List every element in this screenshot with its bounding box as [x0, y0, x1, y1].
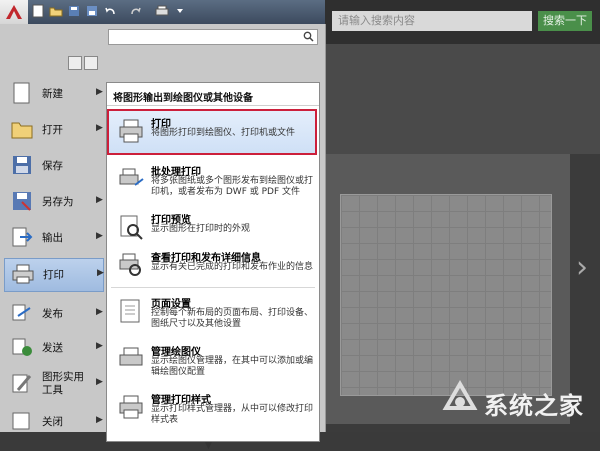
printer-icon	[155, 5, 169, 16]
qsave-button[interactable]	[66, 2, 82, 20]
website-search-button[interactable]: 搜索一下	[538, 11, 592, 31]
submenu-arrow-icon: ▶	[96, 123, 103, 133]
submenu-option-view-plot-details[interactable]: 查看打印和发布详细信息 显示有关已完成的打印和发布作业的信息	[109, 245, 315, 287]
submenu-arrow-icon: ▶	[96, 307, 103, 317]
background-band	[320, 44, 600, 154]
plotter-manager-icon	[119, 347, 143, 366]
export-icon	[12, 227, 33, 247]
qopen-button[interactable]	[48, 2, 64, 20]
submenu-arrow-icon: ▶	[96, 415, 103, 425]
drawing-utilities-icon	[12, 374, 32, 393]
submenu-option-batch-plot[interactable]: 批处理打印 将多张图纸或多个图形发布到绘图仪或打印机，或者发布为 DWF 或 P…	[109, 159, 315, 203]
submenu-arrow-icon: ▶	[96, 231, 103, 241]
menu-item-new[interactable]: 新建 ▶	[4, 78, 104, 108]
menu-item-save[interactable]: 保存	[4, 150, 104, 180]
new-document-icon	[13, 82, 30, 104]
menu-item-save-as[interactable]: 另存为 ▶	[4, 186, 104, 216]
save-as-icon	[13, 192, 31, 211]
printer-icon	[12, 264, 34, 284]
menu-item-send[interactable]: 发送 ▶	[4, 332, 104, 362]
scroll-down-icon[interactable]: ▼	[205, 441, 212, 451]
menu-search-input[interactable]	[108, 29, 318, 45]
plot-style-manager-icon	[119, 395, 143, 419]
autocad-logo-icon	[6, 5, 22, 19]
plot-details-icon	[119, 253, 141, 276]
menu-item-open[interactable]: 打开 ▶	[4, 114, 104, 144]
undo-icon	[105, 7, 115, 15]
close-document-icon	[12, 412, 30, 430]
new-file-icon	[32, 4, 44, 18]
submenu-option-manage-plotters[interactable]: 管理绘图仪 显示绘图仪管理器，在其中可以添加或编辑绘图仪配置	[109, 339, 315, 385]
menu-item-drawing-utilities[interactable]: 图形实用工具 ▶	[4, 368, 104, 402]
open-folder-icon	[11, 122, 33, 139]
view-open-documents-button[interactable]	[84, 56, 98, 70]
batch-plot-icon	[119, 168, 144, 186]
watermark: 系统之家	[440, 372, 600, 432]
redo-icon	[131, 7, 141, 15]
submenu-option-page-setup[interactable]: 页面设置 控制每个新布局的页面布局、打印设备、图纸尺寸以及其他设置	[109, 291, 315, 337]
publish-icon	[12, 304, 31, 321]
submenu-arrow-icon: ▶	[96, 341, 103, 351]
submenu-arrow-icon: ▶	[97, 268, 104, 278]
menu-command-list: 新建 ▶ 打开 ▶ 保存 另存为 ▶ 输出 ▶ 打印 ▶ 发布 ▶ 发送 ▶ 图…	[0, 78, 108, 432]
submenu-option-plot-preview[interactable]: 打印预览 显示图形在打印时的外观	[109, 207, 315, 249]
menu-item-print[interactable]: 打印 ▶	[4, 258, 104, 292]
submenu-option-plot[interactable]: 打印 将图形打印到绘图仪、打印机或文件	[107, 109, 317, 155]
qa-dropdown-button[interactable]	[172, 2, 188, 20]
open-icon	[49, 7, 63, 17]
send-icon	[12, 338, 32, 356]
next-arrow-icon[interactable]: ›	[576, 250, 588, 285]
submenu-arrow-icon: ▶	[96, 377, 103, 387]
plot-button[interactable]	[154, 2, 170, 20]
menu-item-export[interactable]: 输出 ▶	[4, 222, 104, 252]
website-search-input[interactable]: 请输入搜索内容	[332, 11, 532, 31]
submenu-heading: 将图形输出到绘图仪或其他设备	[113, 93, 253, 104]
print-submenu: 将图形输出到绘图仪或其他设备 打印 将图形打印到绘图仪、打印机或文件 批处理打印…	[106, 82, 320, 451]
saveas-button[interactable]	[84, 2, 100, 20]
search-icon	[303, 31, 314, 42]
printer-icon	[119, 119, 143, 143]
redo-button[interactable]	[128, 2, 144, 20]
qnew-button[interactable]	[30, 2, 46, 20]
save-disk-icon	[13, 156, 31, 174]
page-setup-icon	[120, 299, 140, 323]
view-recent-documents-button[interactable]	[68, 56, 82, 70]
save-as-icon	[87, 6, 97, 16]
submenu-arrow-icon: ▶	[96, 195, 103, 205]
save-icon	[69, 6, 79, 16]
drawing-sheet	[340, 194, 552, 396]
submenu-arrow-icon: ▶	[96, 87, 103, 97]
plot-preview-icon	[120, 215, 143, 240]
title-bar	[0, 0, 325, 24]
watermark-logo-icon	[442, 380, 478, 410]
chevron-down-icon	[177, 9, 183, 13]
view-toggle	[68, 56, 98, 70]
submenu-option-manage-plot-styles[interactable]: 管理打印样式 显示打印样式管理器，从中可以修改打印样式表	[109, 387, 315, 433]
application-menu: 新建 ▶ 打开 ▶ 保存 另存为 ▶ 输出 ▶ 打印 ▶ 发布 ▶ 发送 ▶ 图…	[0, 24, 326, 451]
quick-access-toolbar	[30, 2, 188, 22]
menu-item-publish[interactable]: 发布 ▶	[4, 298, 104, 328]
application-button[interactable]	[0, 0, 28, 24]
watermark-text: 系统之家	[484, 392, 584, 420]
undo-button[interactable]	[102, 2, 118, 20]
